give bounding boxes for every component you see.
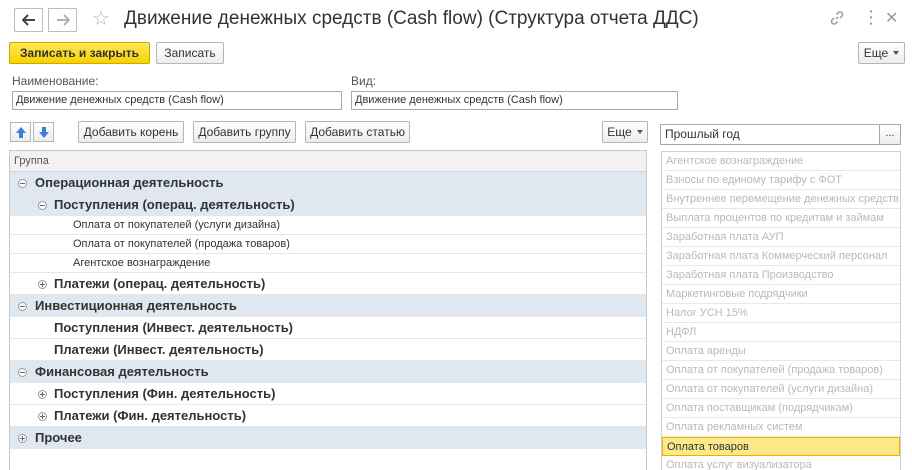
arrow-right-icon	[56, 14, 70, 26]
name-field[interactable]: Движение денежных средств (Cash flow)	[12, 91, 342, 110]
add-root-button[interactable]: Добавить корень	[78, 121, 184, 143]
link-icon[interactable]	[829, 10, 845, 31]
tree-row[interactable]: Платежи (операц. деятельность)	[10, 273, 646, 295]
tree-row[interactable]: Прочее	[10, 427, 646, 449]
tree-row-label: Оплата от покупателей (услуги дизайна)	[73, 219, 281, 231]
tree-row-label: Операционная деятельность	[35, 175, 224, 190]
back-button[interactable]	[14, 8, 43, 32]
list-item[interactable]: Заработная плата АУП	[662, 228, 900, 247]
chevron-down-icon	[636, 130, 643, 134]
title-bar: ☆ Движение денежных средств (Cash flow) …	[0, 0, 912, 40]
move-down-button[interactable]	[33, 122, 54, 142]
add-group-label: Добавить группу	[198, 125, 291, 139]
expand-icon[interactable]	[38, 389, 47, 399]
tree-row-label: Платежи (операц. деятельность)	[54, 276, 266, 291]
list-item[interactable]: Внутреннее перемещение денежных средств	[662, 190, 900, 209]
collapse-icon[interactable]	[18, 178, 27, 188]
more-vertical-icon[interactable]: ⋮	[862, 7, 880, 28]
list-item[interactable]: Маркетинговые подрядчики	[662, 285, 900, 304]
tree-row-label: Финансовая деятельность	[35, 364, 209, 379]
tree-row-label: Инвестиционная деятельность	[35, 298, 237, 313]
tree-row-label: Поступления (операц. деятельность)	[54, 197, 295, 212]
kind-label: Вид:	[351, 74, 377, 88]
tree-row-label: Платежи (Инвест. деятельность)	[54, 342, 264, 357]
tree-row[interactable]: Оплата от покупателей (услуги дизайна)	[10, 216, 646, 235]
tree-rows: Операционная деятельность Поступления (оп…	[10, 172, 646, 449]
add-group-button[interactable]: Добавить группу	[193, 121, 296, 143]
forward-button[interactable]	[48, 8, 77, 32]
list-item[interactable]: Заработная плата Производство	[662, 266, 900, 285]
list-item[interactable]: Оплата от покупателей (услуги дизайна)	[662, 380, 900, 399]
tree-row[interactable]: Поступления (Инвест. деятельность)	[10, 317, 646, 339]
list-item[interactable]: Заработная плата Коммерческий персонал	[662, 247, 900, 266]
tree-row-label: Прочее	[35, 430, 82, 445]
structure-tree: Группа Операционная деятельность Поступле…	[9, 150, 647, 470]
tree-row[interactable]: Платежи (Инвест. деятельность)	[10, 339, 646, 361]
list-item[interactable]: НДФЛ	[662, 323, 900, 342]
tree-column-header[interactable]: Группа	[10, 151, 646, 172]
add-root-label: Добавить корень	[83, 125, 179, 139]
favorite-star-icon[interactable]: ☆	[92, 6, 110, 31]
arrow-down-icon	[38, 126, 49, 138]
list-item[interactable]: Налог УСН 15%	[662, 304, 900, 323]
period-field[interactable]: Прошлый год	[660, 124, 880, 145]
tree-row-label: Агентское вознаграждение	[73, 257, 211, 269]
tree-row[interactable]: Инвестиционная деятельность	[10, 295, 646, 317]
close-icon[interactable]: ✕	[885, 8, 898, 28]
list-item[interactable]: Оплата товаров	[662, 437, 900, 456]
save-button[interactable]: Записать	[156, 42, 224, 64]
period-select-button[interactable]: ...	[879, 124, 901, 145]
expand-icon[interactable]	[18, 433, 27, 443]
list-item[interactable]: Выплата процентов по кредитам и займам	[662, 209, 900, 228]
expand-icon[interactable]	[38, 279, 47, 289]
add-item-label: Добавить статью	[310, 125, 405, 139]
tree-row[interactable]: Платежи (Фин. деятельность)	[10, 405, 646, 427]
list-item[interactable]: Агентское вознаграждение	[662, 152, 900, 171]
arrow-up-icon	[15, 126, 26, 138]
chevron-down-icon	[893, 51, 900, 55]
move-up-button[interactable]	[10, 122, 31, 142]
name-label: Наименование:	[12, 74, 99, 88]
tree-more-button[interactable]: Еще	[602, 121, 648, 143]
cash-flow-items-list: Агентское вознаграждение Взносы по едином…	[661, 151, 901, 470]
add-item-button[interactable]: Добавить статью	[305, 121, 410, 143]
list-item[interactable]: Оплата поставщикам (подрядчикам)	[662, 399, 900, 418]
arrow-left-icon	[21, 14, 35, 26]
collapse-icon[interactable]	[18, 301, 27, 311]
tree-row-label: Поступления (Фин. деятельность)	[54, 386, 276, 401]
tree-row[interactable]: Поступления (Фин. деятельность)	[10, 383, 646, 405]
list-item[interactable]: Оплата аренды	[662, 342, 900, 361]
tree-row-label: Оплата от покупателей (продажа товаров)	[73, 238, 290, 250]
tree-row[interactable]: Поступления (операц. деятельность)	[10, 194, 646, 216]
list-item[interactable]: Оплата от покупателей (продажа товаров)	[662, 361, 900, 380]
kind-field[interactable]: Движение денежных средств (Cash flow)	[351, 91, 678, 110]
tree-row-label: Поступления (Инвест. деятельность)	[54, 320, 294, 335]
save-and-close-button[interactable]: Записать и закрыть	[9, 42, 150, 64]
save-label: Записать	[164, 46, 216, 60]
more-label: Еще	[863, 46, 889, 60]
tree-row[interactable]: Оплата от покупателей (продажа товаров)	[10, 235, 646, 254]
tree-more-label: Еще	[607, 125, 632, 139]
tree-row[interactable]: Агентское вознаграждение	[10, 254, 646, 273]
collapse-icon[interactable]	[18, 367, 27, 377]
tree-row[interactable]: Операционная деятельность	[10, 172, 646, 194]
page-title: Движение денежных средств (Cash flow) (С…	[124, 8, 699, 29]
save-and-close-label: Записать и закрыть	[20, 46, 139, 60]
collapse-icon[interactable]	[38, 200, 47, 210]
tree-row-label: Платежи (Фин. деятельность)	[54, 408, 247, 423]
list-item[interactable]: Оплата услуг визуализатора	[662, 456, 900, 470]
expand-icon[interactable]	[38, 411, 47, 421]
more-button[interactable]: Еще	[858, 42, 905, 64]
tree-row[interactable]: Финансовая деятельность	[10, 361, 646, 383]
list-item[interactable]: Оплата рекламных систем	[662, 418, 900, 437]
list-item[interactable]: Взносы по единому тарифу с ФОТ	[662, 171, 900, 190]
